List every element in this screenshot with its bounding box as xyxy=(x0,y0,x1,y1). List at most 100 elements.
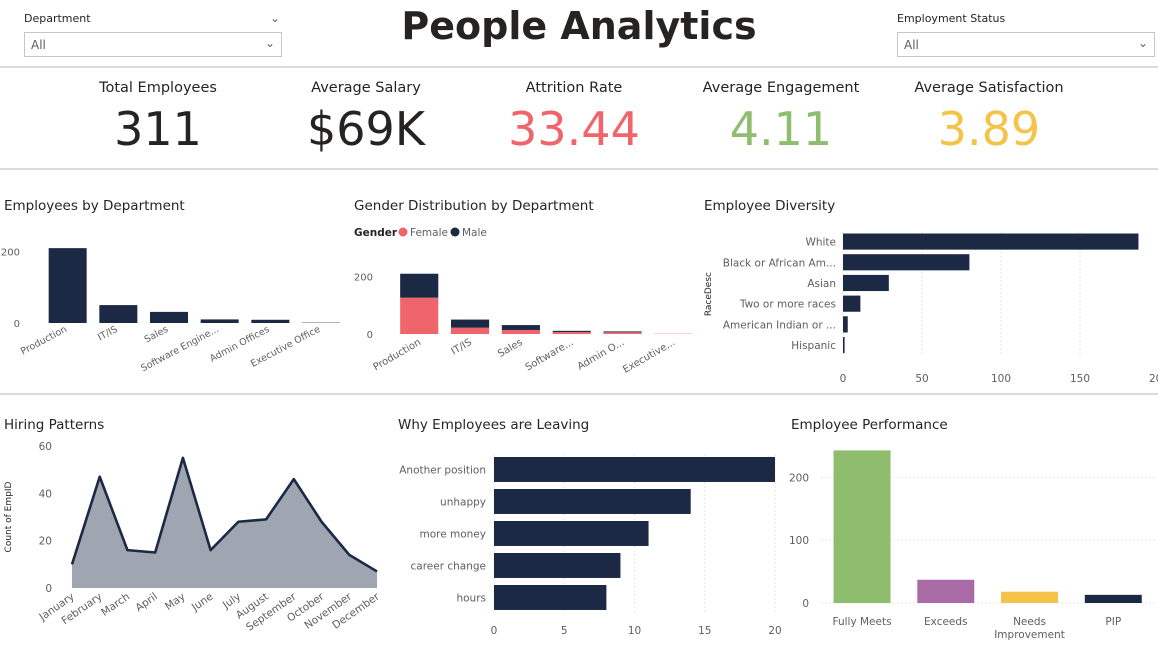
x-tick-label: 100 xyxy=(991,373,1011,382)
bar xyxy=(843,254,970,271)
bar xyxy=(494,489,691,514)
bar xyxy=(843,274,889,292)
employment-status-dropdown[interactable]: All ⌄ xyxy=(897,32,1155,57)
bar-segment xyxy=(603,332,642,334)
bar xyxy=(843,295,861,312)
y-tick-label: hours xyxy=(456,592,486,604)
x-tick-label: Executive... xyxy=(621,337,677,376)
y-tick-label: more money xyxy=(419,528,486,540)
chart-title-employees-by-department: Employees by Department xyxy=(4,198,185,214)
bar-segment xyxy=(501,329,540,334)
x-tick-label: May xyxy=(163,591,188,613)
bar xyxy=(494,553,621,578)
y-tick-label: Asian xyxy=(807,278,836,290)
employees-by-department-chart[interactable]: 0200Production IT/IS SalesSoftware Engine.… xyxy=(0,222,345,382)
x-tick-label: 50 xyxy=(915,373,928,382)
x-tick-label: Sales xyxy=(496,337,525,360)
x-tick-label: Improvement xyxy=(994,629,1065,641)
divider xyxy=(0,393,1158,395)
employment-status-slicer[interactable]: Employment Status All ⌄ xyxy=(897,12,1155,57)
chart-title-employee-performance: Employee Performance xyxy=(791,417,948,433)
x-tick-label: Production xyxy=(19,324,69,357)
legend-marker xyxy=(450,227,460,237)
kpi-value: 4.11 xyxy=(729,102,833,156)
employee-performance-chart[interactable]: 0 100 200 Fully Meets Exceeds NeedsImprovemen… xyxy=(787,436,1158,648)
bar-segment xyxy=(603,331,642,333)
y-tick-label: 20 xyxy=(39,536,52,548)
kpi-value: 33.44 xyxy=(508,102,640,156)
x-tick-label: IT/IS xyxy=(450,337,474,357)
y-tick-label: 200 xyxy=(1,247,20,258)
bar-segment xyxy=(552,331,591,334)
x-tick-label: Fully Meets xyxy=(832,616,891,628)
x-tick-label: Sales xyxy=(143,324,171,346)
chart-title-hiring-patterns: Hiring Patterns xyxy=(4,417,105,433)
kpi-value: $69K xyxy=(307,102,425,156)
x-tick-label: June xyxy=(189,591,215,615)
x-tick-label: IT/IS xyxy=(96,324,119,343)
divider xyxy=(0,168,1158,170)
y-axis-title: RaceDesc xyxy=(704,272,714,316)
x-tick-label: Admin O... xyxy=(576,337,627,373)
x-tick-label: 5 xyxy=(561,625,568,637)
y-axis-title: Count of EmpID xyxy=(4,481,14,552)
bar xyxy=(917,579,975,603)
y-tick-label: Two or more races xyxy=(739,299,836,311)
bar xyxy=(843,233,1139,250)
x-tick-label: 0 xyxy=(840,373,847,382)
y-tick-label: 0 xyxy=(14,319,20,330)
hiring-patterns-chart[interactable]: 0204060Count of EmpIDJanuaryFebruaryMarc… xyxy=(0,436,390,648)
employment-status-slicer-label: Employment Status xyxy=(897,12,1006,25)
divider xyxy=(0,66,1158,68)
chart-title-why-leaving: Why Employees are Leaving xyxy=(398,417,590,433)
bar xyxy=(48,248,87,323)
y-tick-label: unhappy xyxy=(440,496,486,508)
kpi-value: 3.89 xyxy=(937,102,1041,156)
x-tick-label: 0 xyxy=(491,625,498,637)
y-tick-label: White xyxy=(805,237,836,249)
bar-segment xyxy=(451,319,490,328)
kpi-label: Attrition Rate xyxy=(525,80,623,96)
kpi-label: Total Employees xyxy=(99,80,217,96)
y-tick-label: American Indian or ... xyxy=(723,319,836,331)
kpi-average-satisfaction: Average Satisfaction 3.89 xyxy=(884,80,1094,156)
x-tick-label: Production xyxy=(371,337,423,373)
chevron-down-icon[interactable]: ⌄ xyxy=(1138,36,1148,50)
kpi-value: 311 xyxy=(114,102,202,156)
x-tick-label: 20 xyxy=(768,625,781,637)
x-tick-label: 200 xyxy=(1149,373,1158,382)
bar xyxy=(843,316,848,333)
x-tick-label: 150 xyxy=(1070,373,1090,382)
employee-diversity-chart[interactable]: 0 50 100 150 200 RaceDesc White Black or Africa… xyxy=(700,222,1158,382)
legend-label: Female xyxy=(410,227,448,239)
bar xyxy=(1001,591,1059,603)
chart-title-employee-diversity: Employee Diversity xyxy=(704,198,836,214)
why-employees-leaving-chart[interactable]: 0 5 10 15 20 Another position unhappy more mone… xyxy=(394,436,784,648)
chart-title-gender-distribution: Gender Distribution by Department xyxy=(354,198,594,214)
bar-segment xyxy=(400,297,439,334)
legend-label: Male xyxy=(462,227,487,239)
bar xyxy=(494,457,775,482)
y-tick-label: 0 xyxy=(367,330,373,341)
bar xyxy=(1084,594,1142,603)
bar xyxy=(833,450,891,603)
kpi-label: Average Satisfaction xyxy=(914,80,1064,96)
bar xyxy=(99,305,138,323)
kpi-label: Average Engagement xyxy=(702,80,860,96)
gender-distribution-chart[interactable]: Gender Female Male 0 200 Production IT/IS Sales… xyxy=(350,222,695,382)
kpi-attrition-rate: Attrition Rate 33.44 xyxy=(469,80,679,156)
kpi-average-engagement: Average Engagement 4.11 xyxy=(676,80,886,156)
y-tick-label: Another position xyxy=(399,464,486,476)
employment-status-dropdown-value: All xyxy=(904,38,919,52)
y-tick-label: 200 xyxy=(789,472,809,484)
y-tick-label: Hispanic xyxy=(791,340,836,352)
bar-segment xyxy=(400,273,439,298)
x-tick-label: PIP xyxy=(1105,616,1121,628)
x-tick-label: 10 xyxy=(628,625,641,637)
bar xyxy=(200,319,239,323)
bar xyxy=(494,521,649,546)
y-tick-label: 0 xyxy=(45,583,52,595)
bar xyxy=(251,319,290,323)
kpi-average-salary: Average Salary $69K xyxy=(261,80,471,156)
y-tick-label: 100 xyxy=(789,535,809,547)
